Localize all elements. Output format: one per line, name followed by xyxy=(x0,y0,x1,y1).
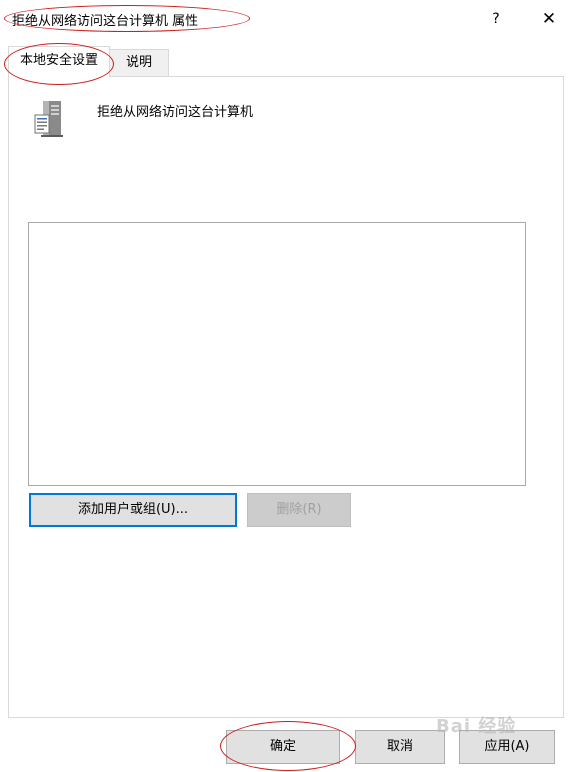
tab-explain[interactable]: 说明 xyxy=(109,49,169,76)
policy-name: 拒绝从网络访问这台计算机 xyxy=(97,105,254,120)
help-button[interactable]: ? xyxy=(484,8,508,30)
watermark: Bai 经验 xyxy=(436,716,517,737)
account-list[interactable] xyxy=(28,222,526,486)
cancel-button[interactable]: 取消 xyxy=(355,730,445,764)
add-user-or-group-button[interactable]: 添加用户或组(U)... xyxy=(29,493,237,527)
close-button[interactable]: ✕ xyxy=(536,8,562,30)
ok-highlight-ellipse xyxy=(220,721,356,771)
tab-panel: 拒绝从网络访问这台计算机 添加用户或组(U)... 删除(R) xyxy=(8,76,564,718)
remove-button: 删除(R) xyxy=(247,493,351,527)
server-icon xyxy=(29,99,69,139)
tab-highlight-ellipse xyxy=(4,43,114,85)
title-highlight-ellipse xyxy=(4,5,250,32)
